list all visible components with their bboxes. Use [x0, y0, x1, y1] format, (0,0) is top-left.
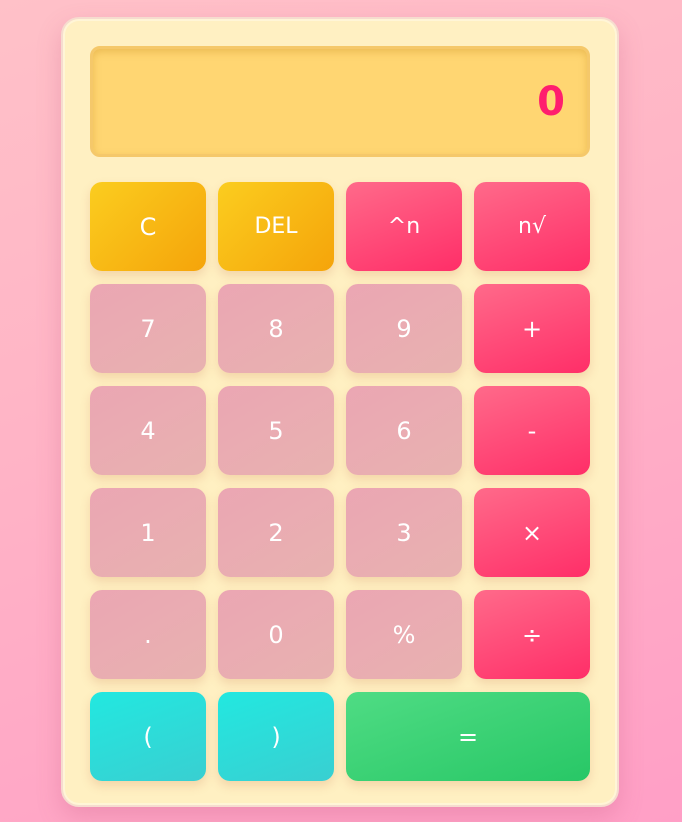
digit-2-button[interactable]: 2 — [218, 488, 334, 577]
multiply-button[interactable]: × — [474, 488, 590, 577]
clear-button[interactable]: C — [90, 182, 206, 271]
digit-9-button[interactable]: 9 — [346, 284, 462, 373]
digit-4-button[interactable]: 4 — [90, 386, 206, 475]
display: 0 — [90, 46, 590, 157]
delete-button[interactable]: DEL — [218, 182, 334, 271]
digit-8-button[interactable]: 8 — [218, 284, 334, 373]
root-button[interactable]: n√ — [474, 182, 590, 271]
plus-button[interactable]: + — [474, 284, 590, 373]
digit-0-button[interactable]: 0 — [218, 590, 334, 679]
divide-button[interactable]: ÷ — [474, 590, 590, 679]
digit-6-button[interactable]: 6 — [346, 386, 462, 475]
percent-button[interactable]: % — [346, 590, 462, 679]
digit-1-button[interactable]: 1 — [90, 488, 206, 577]
display-value: 0 — [537, 78, 565, 125]
digit-7-button[interactable]: 7 — [90, 284, 206, 373]
equals-button[interactable]: = — [346, 692, 590, 781]
minus-button[interactable]: - — [474, 386, 590, 475]
digit-3-button[interactable]: 3 — [346, 488, 462, 577]
calculator: 0 C DEL ^n n√ 7 8 9 + 4 5 6 - 1 2 3 × . … — [61, 17, 619, 807]
close-paren-button[interactable]: ) — [218, 692, 334, 781]
power-button[interactable]: ^n — [346, 182, 462, 271]
keypad: C DEL ^n n√ 7 8 9 + 4 5 6 - 1 2 3 × . 0 … — [90, 182, 592, 781]
decimal-button[interactable]: . — [90, 590, 206, 679]
open-paren-button[interactable]: ( — [90, 692, 206, 781]
digit-5-button[interactable]: 5 — [218, 386, 334, 475]
